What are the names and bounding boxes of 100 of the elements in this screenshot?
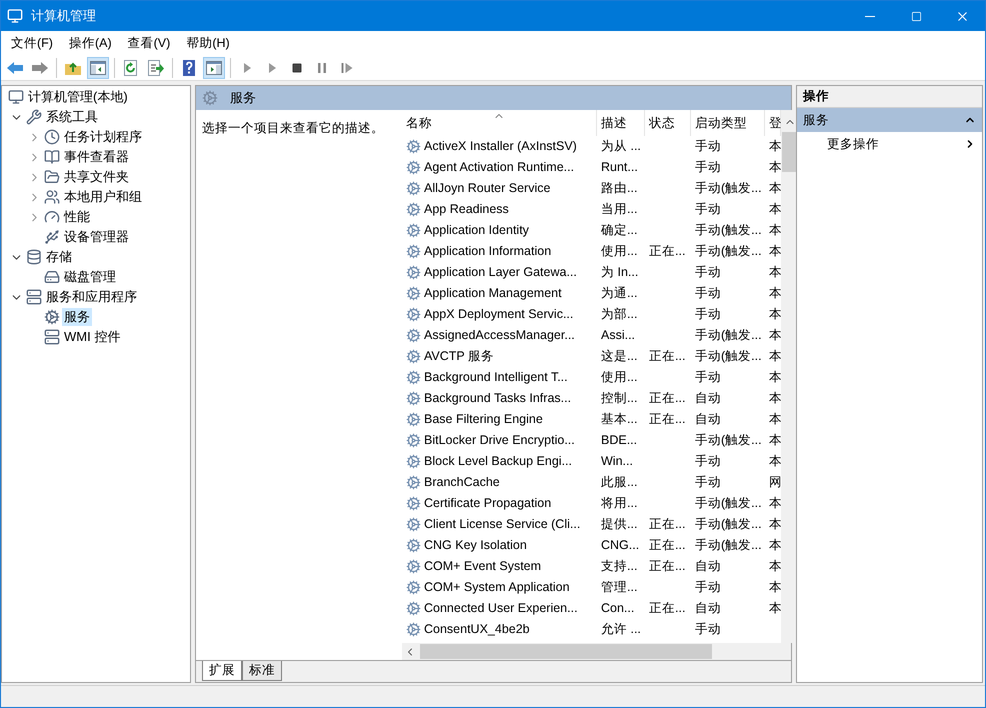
table-cell-text: 手动(触发... — [695, 495, 762, 512]
server-icon — [26, 289, 42, 305]
table-cell-text: 手动 — [695, 264, 721, 282]
tree-item[interactable]: 设备管理器 — [62, 228, 131, 246]
table-cell-text: 基本... — [601, 411, 638, 428]
horizontal-scrollbar[interactable] — [402, 643, 791, 660]
table-cell-text: 管理... — [601, 579, 638, 596]
table-cell-text: Agent Activation Runtime... — [424, 159, 574, 176]
description-text: 选择一个项目来查看它的描述。 — [202, 121, 384, 135]
table-cell-text: 此服... — [601, 474, 638, 492]
table-cell-text: 手动 — [695, 285, 721, 302]
gear-icon — [406, 160, 421, 175]
column-header[interactable]: 描述 — [597, 110, 645, 136]
tree-item[interactable]: 存储 — [44, 248, 74, 266]
tree-item[interactable]: 本地用户和组 — [62, 188, 144, 206]
table-cell-text: Application Management — [424, 285, 562, 302]
table-cell-text: 本 — [769, 516, 782, 534]
tree-item[interactable]: 服务和应用程序 — [44, 288, 139, 306]
tree-item[interactable]: 事件查看器 — [62, 148, 131, 166]
menu-item[interactable]: 查看(V) — [120, 34, 178, 52]
table-cell-text: 这是... — [601, 348, 638, 366]
table-cell-text: 将用... — [601, 495, 638, 512]
menu-item[interactable]: 帮助(H) — [178, 34, 238, 52]
tree-item[interactable]: 共享文件夹 — [62, 168, 131, 186]
gear-icon — [202, 90, 218, 106]
table-cell-text: AppX Deployment Servic... — [424, 306, 574, 324]
table-cell-text: Block Level Backup Engi... — [424, 453, 572, 470]
table-cell-text: Application Information — [424, 243, 552, 260]
gear-icon — [44, 309, 60, 325]
table-cell-text: Assi... — [601, 327, 636, 344]
window-title: 计算机管理 — [31, 7, 96, 26]
scroll-thumb[interactable] — [782, 132, 797, 172]
tree-item[interactable]: 性能 — [62, 208, 92, 226]
usb-icon — [44, 229, 60, 245]
action-item[interactable]: 更多操作 — [797, 132, 982, 156]
table-cell-text: 手动 — [695, 453, 721, 470]
table-cell-text: AllJoyn Router Service — [424, 180, 550, 198]
table-cell-text: 手动 — [695, 159, 721, 176]
gear-icon — [406, 181, 421, 196]
column-header[interactable]: 名称 — [402, 110, 597, 136]
table-cell-text: 本 — [769, 306, 782, 324]
tree-item[interactable]: 系统工具 — [44, 108, 100, 126]
table-cell-text: 手动 — [695, 369, 721, 386]
table-cell-text: 手动(触发... — [695, 180, 762, 198]
tree-item[interactable]: 磁盘管理 — [62, 268, 118, 286]
computer-icon — [8, 89, 24, 105]
table-cell-text: 正在... — [649, 243, 686, 260]
table-cell-text: 确定... — [601, 222, 638, 240]
scroll-thumb[interactable] — [420, 644, 712, 659]
gear-icon — [406, 601, 421, 616]
tree-item[interactable]: 计算机管理(本地) — [26, 88, 130, 106]
view-tab[interactable]: 扩展 — [202, 661, 242, 681]
table-cell-text: 手动(触发... — [695, 348, 762, 366]
tree-item[interactable]: 任务计划程序 — [62, 128, 144, 146]
gear-icon — [406, 580, 421, 595]
tree-item[interactable]: WMI 控件 — [62, 328, 122, 346]
gear-icon — [406, 223, 421, 238]
gauge-icon — [44, 209, 60, 225]
table-cell-text: 网 — [769, 474, 782, 492]
gear-icon — [406, 328, 421, 343]
gear-icon — [406, 622, 421, 637]
table-cell-text: Client License Service (Cli... — [424, 516, 580, 534]
column-header[interactable]: 状态 — [645, 110, 691, 136]
table-cell-text: Application Identity — [424, 222, 529, 240]
table-cell-text: 本 — [769, 285, 782, 302]
gear-icon — [406, 559, 421, 574]
pane-icon — [89, 58, 107, 76]
table-cell-text: 本 — [769, 201, 782, 218]
table-cell-text: 控制... — [601, 390, 638, 408]
table-cell-text: ActiveX Installer (AxInstSV) — [424, 138, 577, 156]
table-cell-text: 本 — [769, 495, 782, 512]
menu-item[interactable]: 操作(A) — [60, 34, 120, 52]
table-cell-text: 自动 — [695, 600, 721, 618]
table-cell-text: 手动 — [695, 306, 721, 324]
menu-item[interactable]: 文件(F) — [3, 34, 61, 52]
table-cell-text: 手动 — [695, 474, 721, 492]
table-cell-text: AVCTP 服务 — [424, 348, 494, 366]
table-cell-text: 正在... — [649, 600, 686, 618]
tree-item[interactable]: 服务 — [62, 308, 92, 326]
table-cell-text: 本 — [769, 537, 782, 554]
table-cell-text: 本 — [769, 369, 782, 386]
table-cell-text: 本 — [769, 159, 782, 176]
toolbar-button[interactable] — [203, 56, 225, 78]
table-cell-text: 支持... — [601, 558, 638, 576]
table-cell-text: COM+ System Application — [424, 579, 570, 596]
table-cell-text: 本 — [769, 579, 782, 596]
table-cell-text: 本 — [769, 558, 782, 576]
toolbar-button[interactable] — [87, 56, 109, 78]
table-cell-text: 手动(触发... — [695, 243, 762, 260]
view-tab[interactable]: 标准 — [242, 661, 282, 681]
table-cell-text: CNG... — [601, 537, 640, 554]
table-cell-text: 本 — [769, 432, 782, 450]
column-header[interactable]: 启动类型 — [691, 110, 765, 136]
table-cell-text: 本 — [769, 264, 782, 282]
table-cell-text: 允许 ... — [601, 621, 641, 638]
actions-section[interactable]: 服务 — [797, 108, 982, 132]
gear-icon — [406, 391, 421, 406]
gear-icon — [406, 496, 421, 511]
table-cell-text: 正在... — [649, 348, 686, 366]
maximize-icon — [910, 10, 922, 22]
